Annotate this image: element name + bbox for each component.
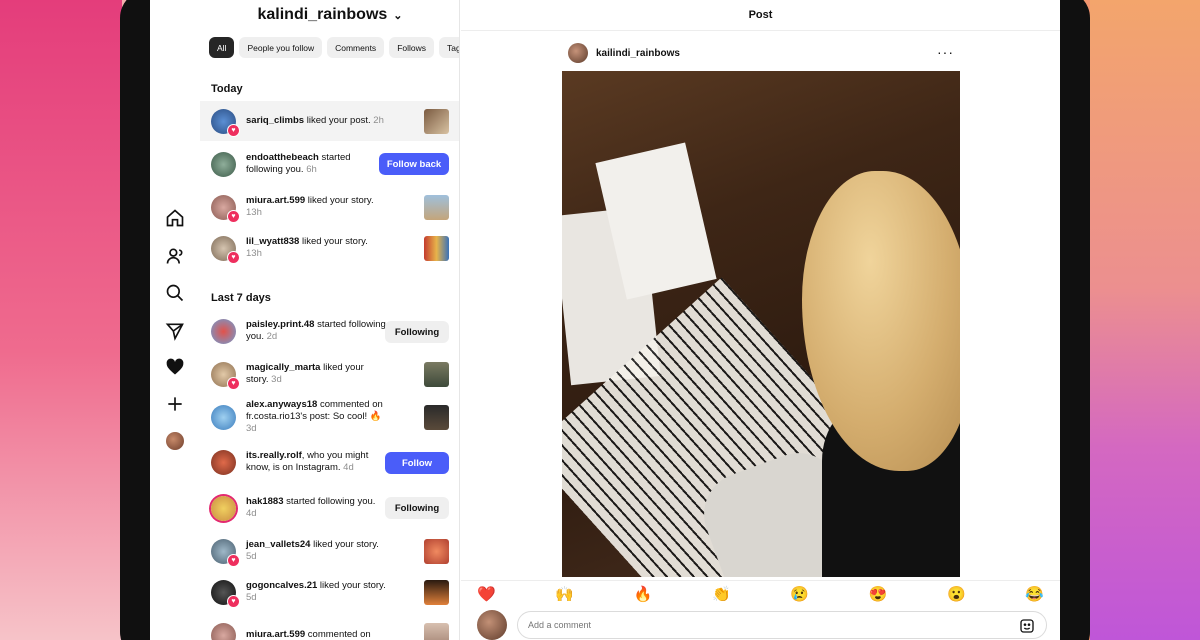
notification-row: hak1883 started following you. 4d Follow… [200, 488, 459, 528]
app-screen: kalindi_rainbows ⌄ All People you follow… [150, 0, 1060, 640]
filter-comments[interactable]: Comments [327, 37, 385, 58]
notification-row: endoatthebeach started following you. 6h… [200, 144, 459, 184]
avatar[interactable] [211, 404, 236, 430]
reaction-raised-hands[interactable]: 🙌 [555, 585, 574, 603]
quick-reactions: ❤️ 🙌 🔥 👏 😢 😍 😮 😂 [461, 580, 1060, 606]
notification-row: ♥ magically_marta liked your story. 3d [200, 354, 459, 394]
notification-row: ♥ miura.art.599 liked your story. 13h [200, 187, 459, 227]
post-image[interactable] [562, 71, 960, 577]
following-button[interactable]: Following [385, 321, 449, 343]
account-name: kalindi_rainbows [257, 6, 388, 23]
story-thumbnail[interactable] [424, 236, 449, 261]
search-icon[interactable] [164, 282, 186, 304]
sticker-icon[interactable] [1019, 618, 1035, 634]
username[interactable]: miura.art.599 [246, 629, 305, 640]
post-title: Post [461, 0, 1060, 31]
plus-icon[interactable] [164, 393, 186, 415]
more-options-icon[interactable]: ··· [937, 44, 954, 60]
send-icon[interactable] [164, 320, 186, 342]
username[interactable]: its.really.rolf [246, 450, 302, 461]
filter-people-you-follow[interactable]: People you follow [239, 37, 323, 58]
comment-bar [477, 610, 1047, 640]
home-icon[interactable] [164, 207, 186, 229]
notification-row: alex.anyways18 commented on fr.costa.rio… [200, 397, 459, 437]
people-icon[interactable] [164, 245, 186, 267]
background-right [1090, 0, 1200, 640]
heart-badge-icon: ♥ [227, 209, 240, 223]
avatar[interactable] [211, 318, 236, 344]
notification-row[interactable]: ♥ sariq_climbs liked your post. 2h [200, 101, 459, 141]
post-author[interactable]: kailindi_rainbows [568, 43, 680, 63]
username[interactable]: miura.art.599 [246, 195, 305, 206]
story-thumbnail[interactable] [424, 580, 449, 605]
story-thumbnail[interactable] [424, 539, 449, 564]
reaction-laughing[interactable]: 😂 [1025, 585, 1044, 603]
post-pane: Post kailindi_rainbows ··· ❤️ 🙌 🔥 👏 😢 😍 … [461, 0, 1060, 640]
account-switcher[interactable]: kalindi_rainbows ⌄ [200, 0, 459, 30]
following-button[interactable]: Following [385, 497, 449, 519]
username[interactable]: lil_wyatt838 [246, 236, 299, 247]
username[interactable]: endoatthebeach [246, 152, 319, 163]
follow-button[interactable]: Follow [385, 452, 449, 474]
post-thumbnail[interactable] [424, 109, 449, 134]
notification-row: paisley.print.48 started following you. … [200, 311, 459, 351]
reaction-surprised[interactable]: 😮 [947, 585, 966, 603]
story-thumbnail[interactable] [424, 195, 449, 220]
notification-row: ♥ gogoncalves.21 liked your story. 5d [200, 572, 459, 612]
chevron-down-icon: ⌄ [393, 9, 403, 22]
story-thumbnail[interactable] [424, 362, 449, 387]
author-username[interactable]: kailindi_rainbows [596, 48, 680, 59]
notification-row: its.really.rolf, who you might know, is … [200, 442, 459, 482]
nav-rail [150, 0, 200, 640]
filter-tags[interactable]: Tag [439, 37, 459, 58]
reaction-heart-eyes[interactable]: 😍 [869, 585, 888, 603]
username[interactable]: sariq_climbs [246, 115, 304, 126]
background-left [0, 0, 122, 640]
heart-badge-icon: ♥ [227, 594, 240, 608]
follow-back-button[interactable]: Follow back [379, 153, 449, 175]
reaction-heart[interactable]: ❤️ [477, 585, 496, 603]
heart-icon[interactable] [164, 356, 186, 378]
reaction-crying[interactable]: 😢 [790, 585, 809, 603]
avatar[interactable] [211, 622, 236, 640]
notifications-panel: kalindi_rainbows ⌄ All People you follow… [200, 0, 460, 640]
post-thumbnail[interactable] [424, 405, 449, 430]
reaction-clap[interactable]: 👏 [712, 585, 731, 603]
filter-chips: All People you follow Comments Follows T… [209, 37, 459, 58]
heart-badge-icon: ♥ [227, 123, 240, 137]
heart-badge-icon: ♥ [227, 553, 240, 567]
notification-row: ♥ jean_vallets24 liked your story. 5d [200, 531, 459, 571]
username[interactable]: paisley.print.48 [246, 319, 314, 330]
notification-row: ♥ lil_wyatt838 liked your story. 13h [200, 228, 459, 268]
username[interactable]: jean_vallets24 [246, 539, 310, 550]
username[interactable]: alex.anyways18 [246, 399, 317, 410]
filter-all[interactable]: All [209, 37, 235, 58]
avatar[interactable] [211, 151, 236, 177]
heart-badge-icon: ♥ [227, 376, 240, 390]
post-thumbnail[interactable] [424, 623, 449, 640]
username[interactable]: magically_marta [246, 362, 320, 373]
notification-row: miura.art.599 commented on [200, 615, 459, 640]
avatar[interactable] [211, 449, 236, 475]
profile-avatar[interactable] [164, 430, 186, 452]
username[interactable]: hak1883 [246, 496, 284, 507]
avatar-story-ring[interactable] [211, 495, 236, 521]
section-today: Today [211, 83, 243, 95]
reaction-fire[interactable]: 🔥 [634, 585, 653, 603]
current-user-avatar [477, 610, 507, 640]
section-last-7-days: Last 7 days [211, 292, 271, 304]
author-avatar[interactable] [568, 43, 588, 63]
heart-badge-icon: ♥ [227, 250, 240, 264]
filter-follows[interactable]: Follows [389, 37, 434, 58]
comment-input[interactable] [517, 611, 1047, 639]
username[interactable]: gogoncalves.21 [246, 580, 317, 591]
